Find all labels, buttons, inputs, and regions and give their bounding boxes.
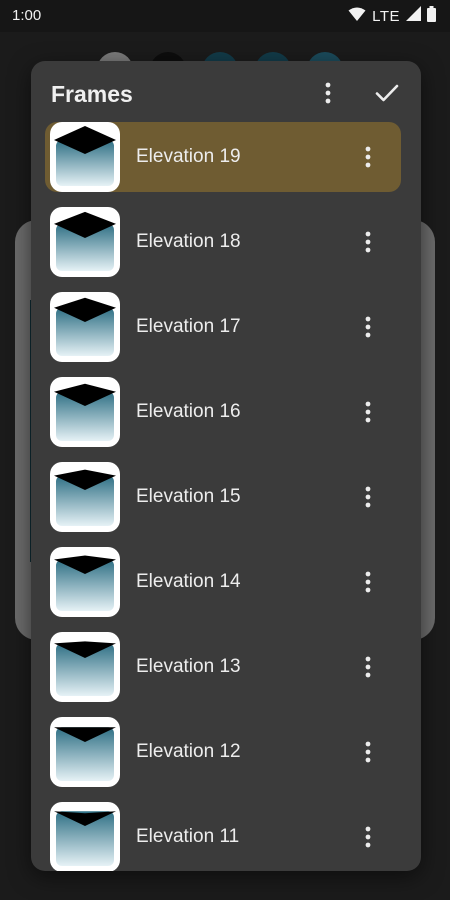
frames-dialog: Frames Elevation 19 Elevation 18 Elevation…: [31, 61, 421, 871]
frame-row[interactable]: Elevation 12: [45, 717, 401, 787]
frame-row[interactable]: Elevation 15: [45, 462, 401, 532]
frame-thumbnail: [50, 292, 120, 362]
status-icons: LTE: [348, 5, 436, 27]
more-vert-icon[interactable]: [315, 79, 341, 107]
frame-thumbnail: [50, 122, 120, 192]
frame-label: Elevation 19: [136, 146, 241, 167]
more-vert-icon[interactable]: [356, 482, 380, 512]
dialog-title: Frames: [51, 81, 133, 107]
frame-row[interactable]: Elevation 13: [45, 632, 401, 702]
frame-thumbnail: [50, 717, 120, 787]
wifi-icon: [348, 6, 366, 27]
frame-thumbnail: [50, 632, 120, 702]
frame-label: Elevation 14: [136, 571, 241, 592]
battery-icon: [427, 5, 436, 27]
more-vert-icon[interactable]: [356, 227, 380, 257]
check-icon[interactable]: [371, 77, 403, 109]
more-vert-icon[interactable]: [356, 652, 380, 682]
frame-thumbnail: [50, 462, 120, 532]
more-vert-icon[interactable]: [356, 567, 380, 597]
more-vert-icon[interactable]: [356, 737, 380, 767]
frame-row[interactable]: Elevation 18: [45, 207, 401, 277]
frame-thumbnail: [50, 547, 120, 617]
frame-row[interactable]: Elevation 17: [45, 292, 401, 362]
frame-label: Elevation 11: [136, 826, 240, 847]
frame-thumbnail: [50, 377, 120, 447]
status-time: 1:00: [12, 7, 42, 24]
more-vert-icon[interactable]: [356, 312, 380, 342]
frame-row[interactable]: Elevation 11: [45, 802, 401, 871]
frame-thumbnail: [50, 802, 120, 871]
frame-label: Elevation 15: [136, 486, 241, 507]
frame-label: Elevation 16: [136, 401, 241, 422]
frame-label: Elevation 18: [136, 231, 241, 252]
frame-row[interactable]: Elevation 16: [45, 377, 401, 447]
more-vert-icon[interactable]: [356, 142, 380, 172]
frame-thumbnail: [50, 207, 120, 277]
frame-label: Elevation 13: [136, 656, 241, 677]
frame-label: Elevation 17: [136, 316, 241, 337]
frame-label: Elevation 12: [136, 741, 241, 762]
more-vert-icon[interactable]: [356, 822, 380, 852]
more-vert-icon[interactable]: [356, 397, 380, 427]
status-bar: 1:00 LTE: [0, 0, 450, 32]
signal-icon: [406, 6, 421, 26]
frame-row[interactable]: Elevation 19: [45, 122, 401, 192]
frame-row[interactable]: Elevation 14: [45, 547, 401, 617]
network-type: LTE: [372, 7, 400, 25]
